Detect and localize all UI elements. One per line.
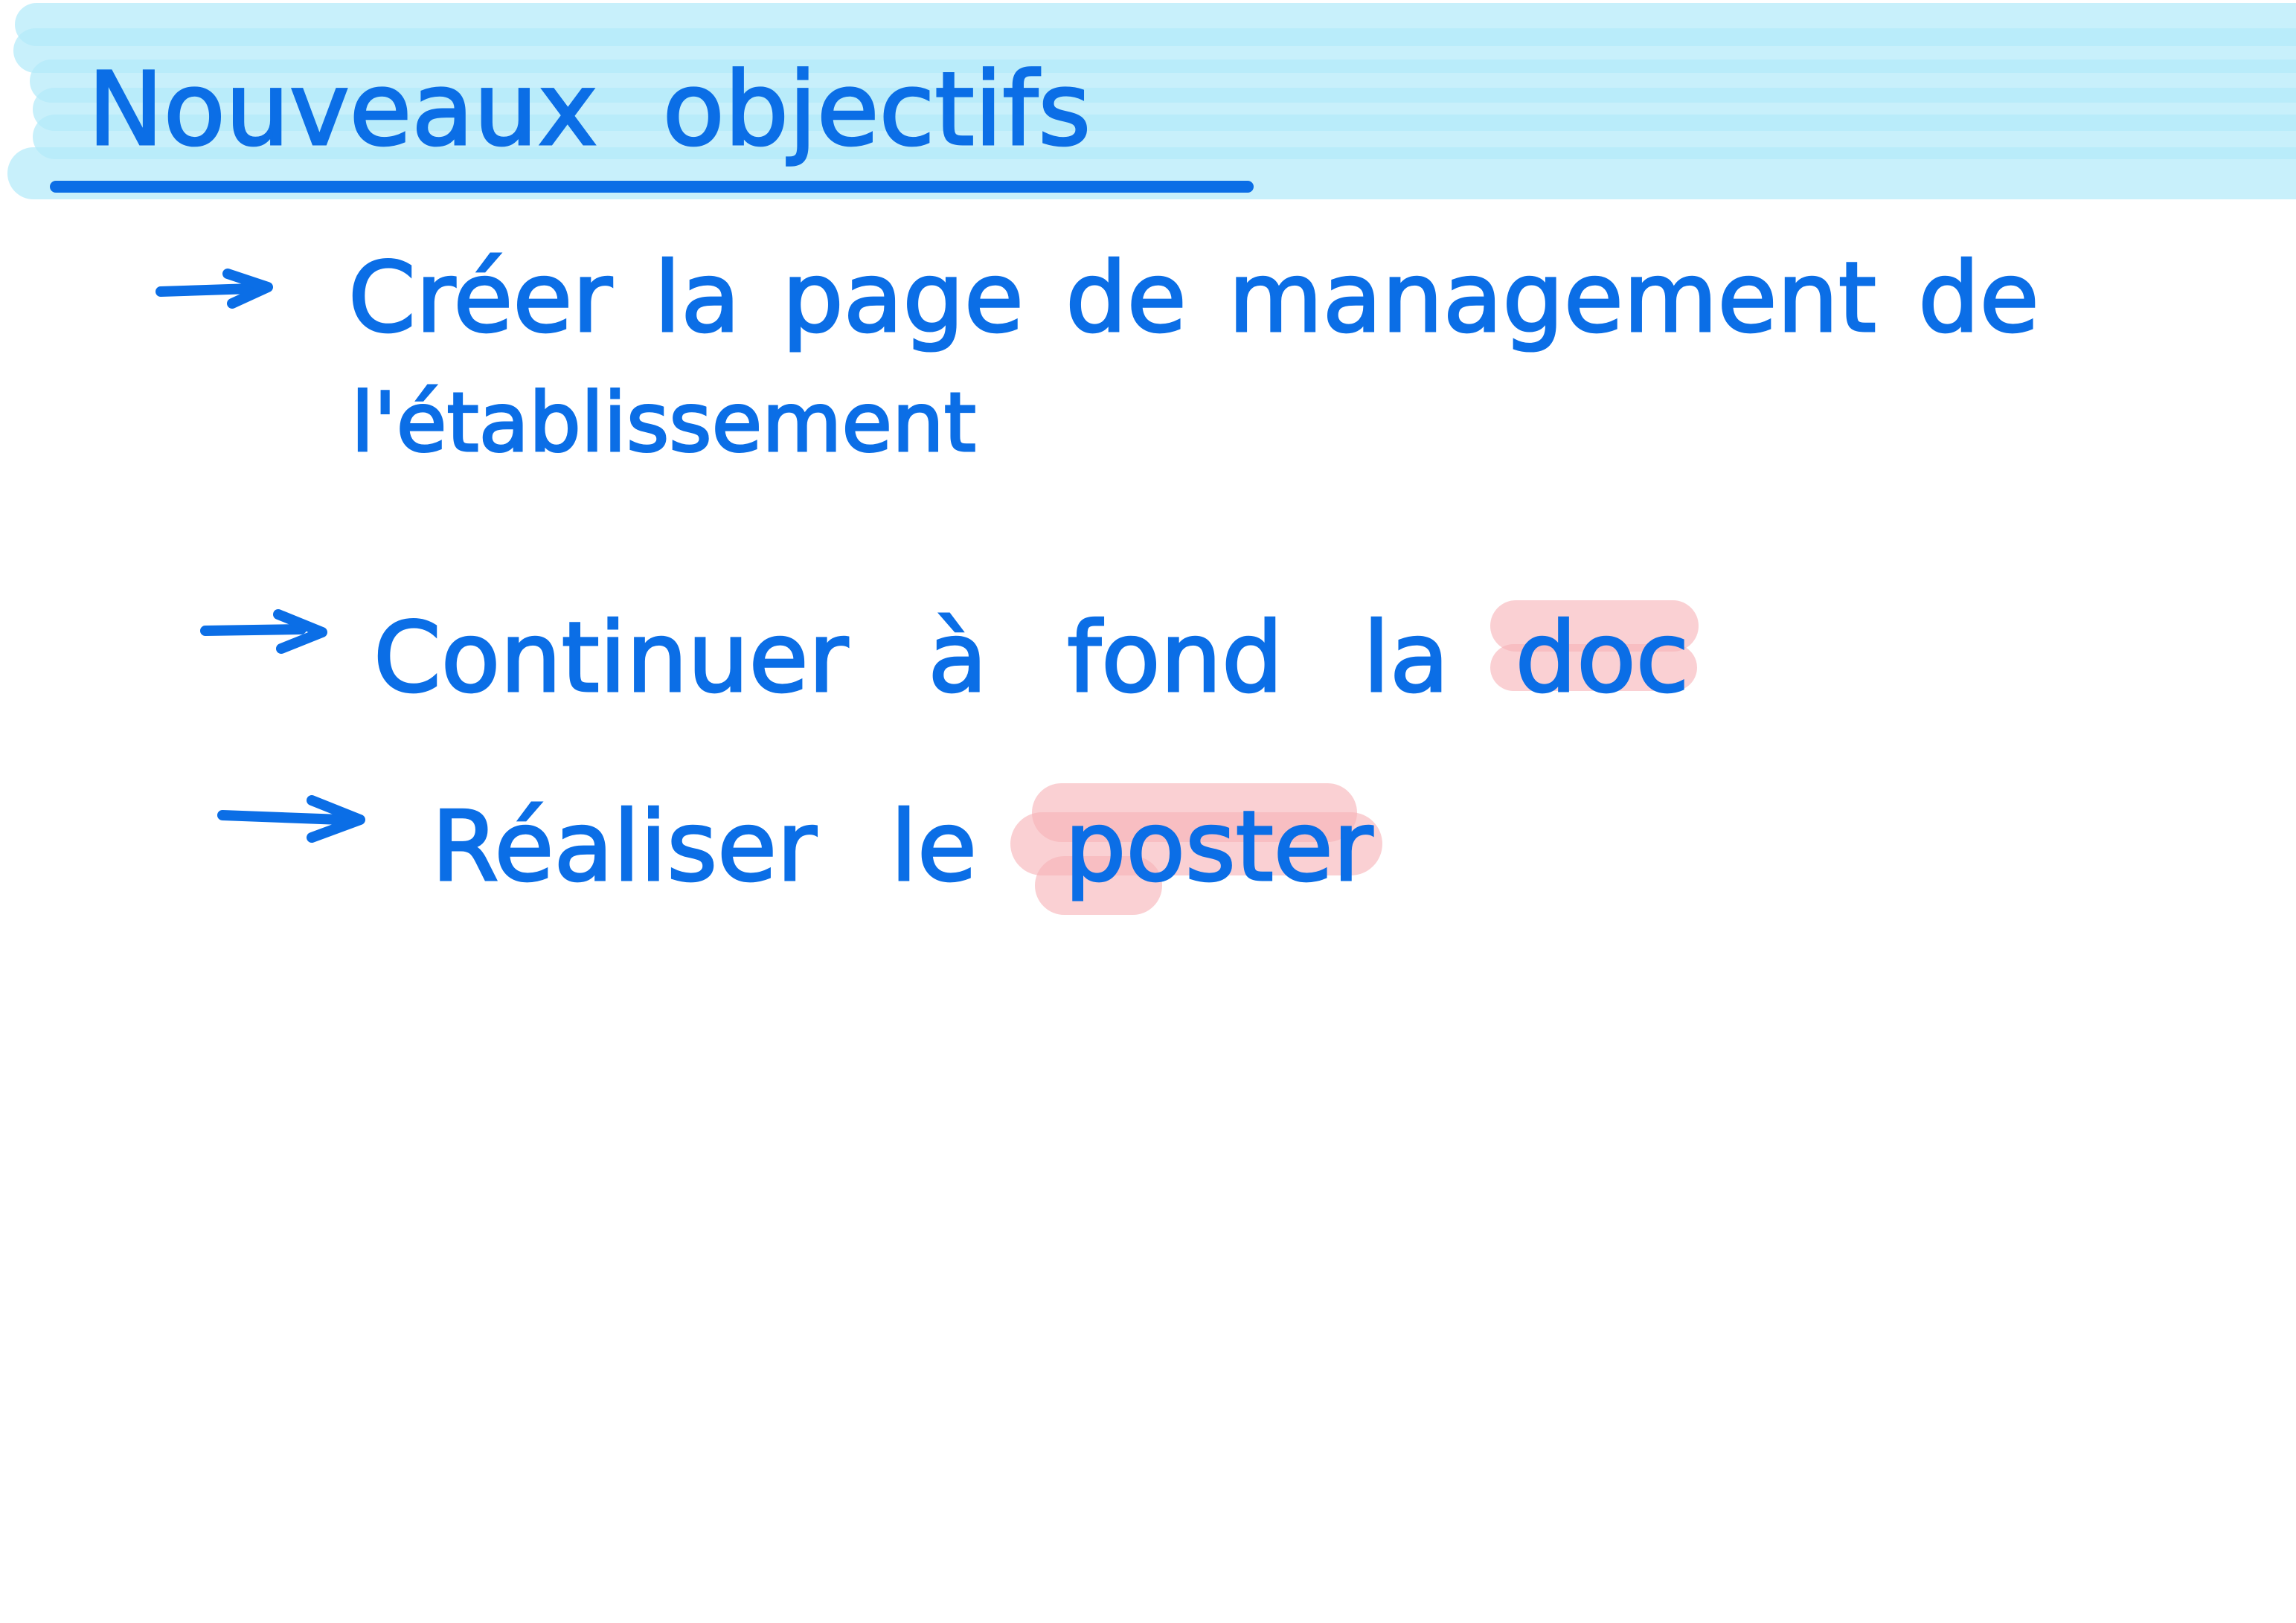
page-title: Nouveaux objectifs — [86, 51, 1091, 169]
objective-item-1: Créer la page de management de — [347, 248, 2041, 347]
highlighted-word: doc — [1489, 600, 1699, 707]
objective-text: Créer la page de management de — [347, 241, 2041, 354]
objective-item-1-continued: l'établissement — [350, 381, 978, 465]
arrow-icon — [155, 269, 273, 309]
arrow-icon — [200, 609, 327, 654]
objective-item-2: Continuer à fond la doc — [373, 600, 1699, 707]
note-page: Nouveaux objectifs Créer la page de mana… — [0, 0, 2296, 1623]
highlighted-word-text: doc — [1514, 601, 1690, 714]
arrow-icon — [217, 795, 365, 843]
highlighted-word: poster — [1010, 783, 1382, 915]
objective-text: Réaliser le — [431, 790, 978, 903]
highlighted-word-text: poster — [1063, 790, 1373, 903]
objective-item-3: Réaliser le poster — [431, 783, 1382, 915]
objective-text-continued: l'établissement — [350, 375, 978, 470]
objective-text: Continuer à fond la — [373, 601, 1451, 714]
